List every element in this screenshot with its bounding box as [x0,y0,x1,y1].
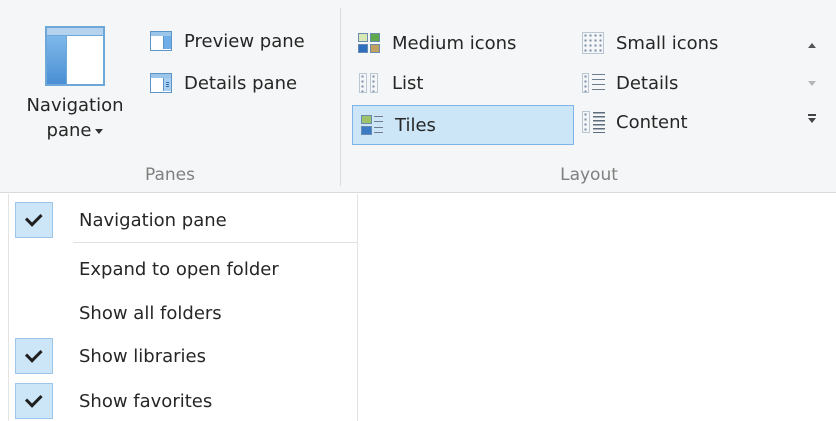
content-label: Content [616,111,688,133]
expand-gallery-icon [807,114,817,124]
chevron-up-icon [808,42,816,48]
navigation-pane-label-line2: pane [46,120,92,141]
menu-item-navigation-pane[interactable]: Navigation pane [9,200,357,240]
check-slot [15,251,53,287]
menu-item-label: Show all folders [79,302,222,324]
medium-icons-label: Medium icons [392,32,517,54]
menu-item-label: Navigation pane [79,209,227,231]
menu-item-label: Show libraries [79,345,207,367]
layout-list-button[interactable]: List [350,66,429,100]
chevron-down-icon [95,128,104,134]
checkmark-icon [24,209,43,227]
details-pane-button[interactable]: Details pane [142,66,303,100]
ribbon: Navigation pane Preview pane Details pan… [0,0,836,193]
checkmark-icon [24,345,43,363]
menu-item-expand-to-open-folder[interactable]: Expand to open folder [9,249,357,289]
check-slot [15,383,53,419]
menu-item-label: Show favorites [79,390,213,412]
menu-separator [73,242,357,243]
menu-item-show-libraries[interactable]: Show libraries [9,336,357,376]
preview-pane-button[interactable]: Preview pane [142,24,311,58]
menu-item-show-favorites[interactable]: Show favorites [9,381,357,421]
tiles-label: Tiles [395,114,436,136]
panes-group: Navigation pane Preview pane Details pan… [0,0,340,193]
small-icons-label: Small icons [616,32,719,54]
details-pane-label: Details pane [184,72,298,94]
gallery-scroll-down-button[interactable] [800,68,824,98]
layout-small-icons-button[interactable]: Small icons [574,26,724,60]
group-divider [340,8,341,186]
layout-medium-icons-button[interactable]: Medium icons [350,26,522,60]
details-pane-icon [148,71,174,95]
small-icons-icon [580,31,606,55]
content-view-icon [580,110,606,134]
layout-gallery-scroll [800,28,824,148]
navigation-pane-button[interactable]: Navigation pane [20,16,140,156]
layout-tiles-button[interactable]: Tiles [352,105,574,145]
layout-content-button[interactable]: Content [574,105,694,139]
navigation-pane-label: Navigation pane [20,93,130,143]
menu-item-label: Expand to open folder [79,258,279,280]
chevron-down-icon [808,80,816,86]
navigation-pane-icon [45,26,105,86]
navigation-pane-menu: Navigation pane Expand to open folder Sh… [8,194,358,421]
list-label: List [392,72,424,94]
check-slot [15,295,53,331]
navigation-pane-label-line1: Navigation [26,95,124,116]
layout-details-button[interactable]: Details [574,66,684,100]
gallery-scroll-up-button[interactable] [800,30,824,60]
layout-group-label: Layout [560,165,618,185]
gallery-more-button[interactable] [800,104,824,134]
list-view-icon [356,71,382,95]
preview-pane-icon [148,29,174,53]
panes-group-label: Panes [145,165,195,185]
check-slot [15,202,53,238]
medium-icons-icon [356,31,382,55]
check-slot [15,338,53,374]
menu-item-show-all-folders[interactable]: Show all folders [9,293,357,333]
details-label: Details [616,72,679,94]
preview-pane-label: Preview pane [184,30,305,52]
details-view-icon [580,71,606,95]
checkmark-icon [24,390,43,408]
tiles-view-icon [359,113,385,137]
